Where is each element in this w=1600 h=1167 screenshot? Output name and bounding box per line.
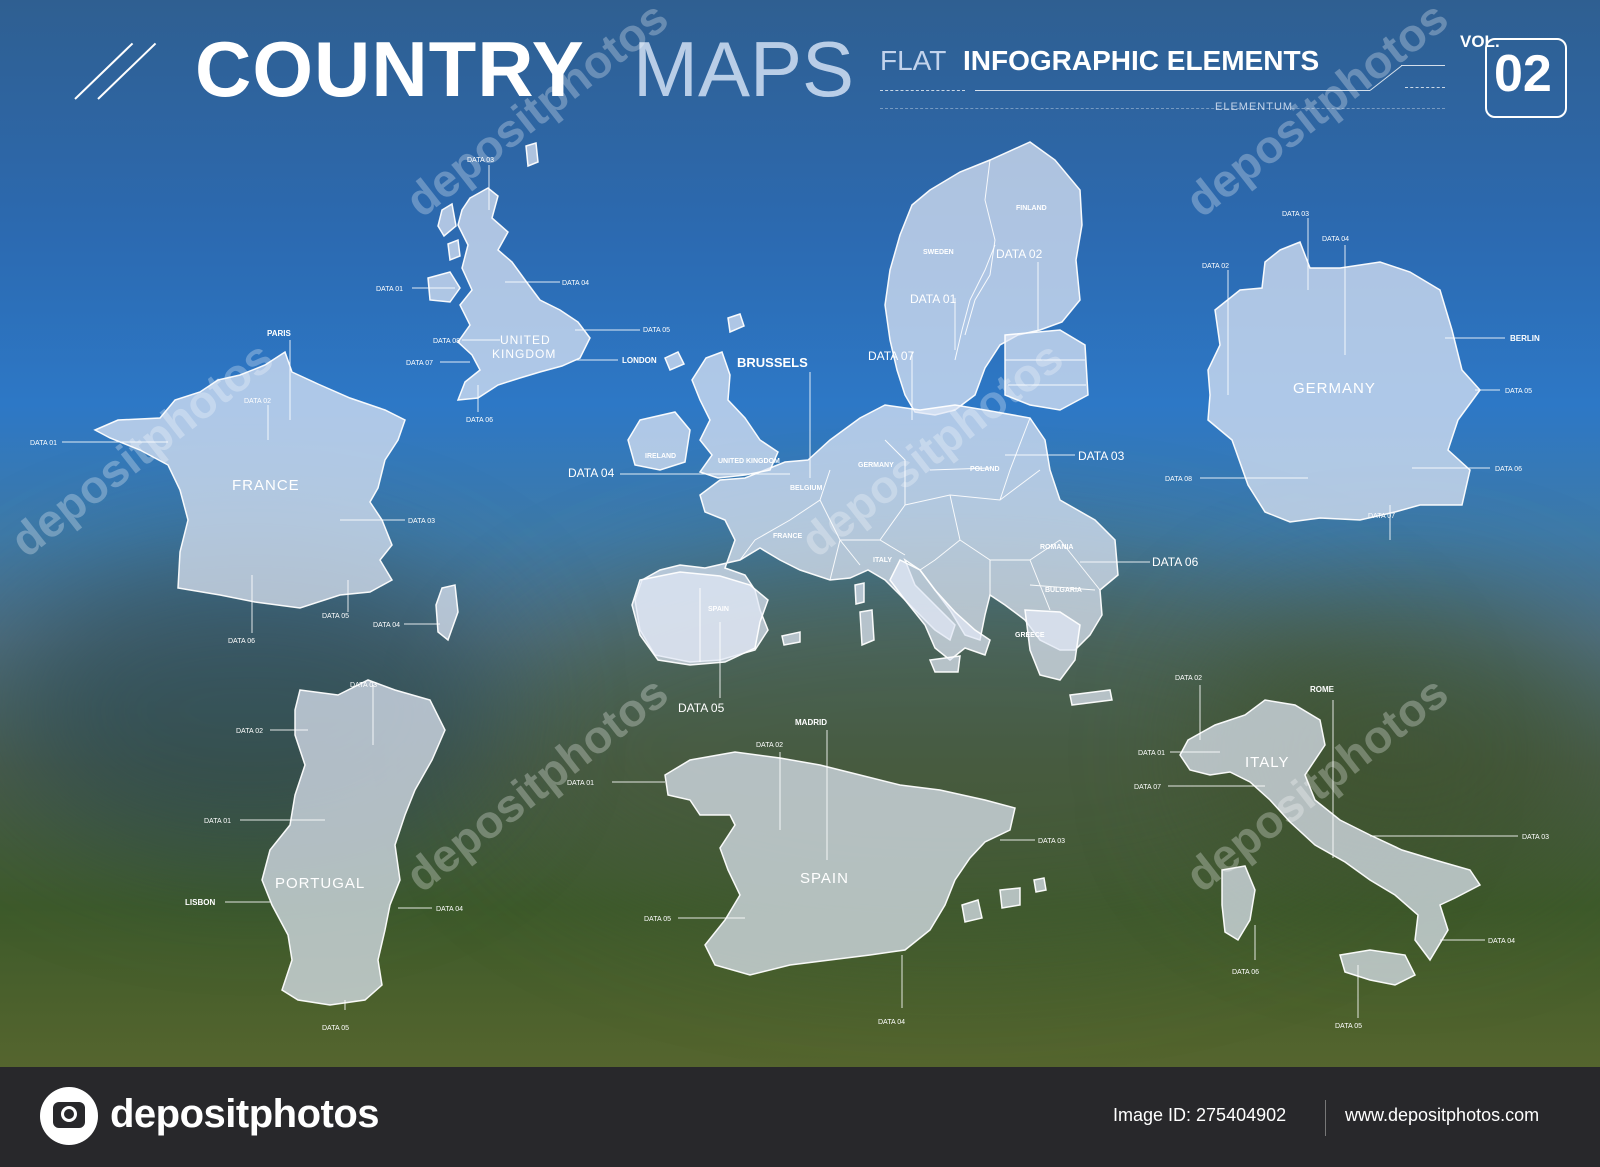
spain-island-1 <box>961 899 983 923</box>
germany-capital-berlin: BERLIN <box>1510 334 1540 343</box>
europe-map <box>627 141 1119 706</box>
spain-marker-data05: DATA 05 <box>644 916 671 923</box>
france-marker-data03: DATA 03 <box>408 518 435 525</box>
footer-logo-text: depositphotos <box>110 1092 380 1136</box>
spain-name: SPAIN <box>800 870 849 887</box>
spain-marker-data03: DATA 03 <box>1038 838 1065 845</box>
uk-capital-london: LONDON <box>622 356 657 365</box>
eu-label-ireland: IRELAND <box>645 453 676 460</box>
eu-marker-data03: DATA 03 <box>1078 449 1125 463</box>
eu-label-italy: ITALY <box>873 557 892 564</box>
spain-map <box>664 751 1047 976</box>
france-name: FRANCE <box>232 477 300 494</box>
corsica-island <box>435 584 459 642</box>
faroe-ish-island <box>664 351 686 371</box>
uk-great-britain-shape <box>456 187 591 401</box>
germany-marker-data06: DATA 06 <box>1495 466 1522 473</box>
france-marker-data01: DATA 01 <box>30 440 57 447</box>
france-marker-data05: DATA 05 <box>322 613 349 620</box>
europe-ireland-shape <box>627 411 691 471</box>
portugal-marker-data05: DATA 05 <box>322 1025 349 1032</box>
image-id: Image ID: 275404902 <box>1113 1105 1287 1125</box>
italy-capital-rome: ROME <box>1310 685 1335 694</box>
germany-marker-data05: DATA 05 <box>1505 388 1532 395</box>
germany-marker-data04: DATA 04 <box>1322 236 1349 243</box>
uk-marker-data06: DATA 06 <box>466 417 493 424</box>
spain-island-3 <box>1033 877 1047 893</box>
eu-label-sweden: SWEDEN <box>923 249 954 256</box>
italy-marker-data07: DATA 07 <box>1134 784 1161 791</box>
eu-marker-data04: DATA 04 <box>568 466 615 480</box>
spain-marker-data04: DATA 04 <box>878 1019 905 1026</box>
iceland-ish-island <box>727 313 745 334</box>
uk-marker-data04: DATA 04 <box>562 280 589 287</box>
eu-label-uk: UNITED KINGDOM <box>718 458 780 465</box>
italy-marker-data05: DATA 05 <box>1335 1023 1362 1030</box>
italy-marker-data04: DATA 04 <box>1488 938 1515 945</box>
crete-shape <box>1069 689 1113 706</box>
corsica-shape <box>854 582 865 605</box>
eu-label-romania: ROMANIA <box>1040 544 1073 551</box>
portugal-capital-lisbon: LISBON <box>185 898 215 907</box>
germany-marker-data02: DATA 02 <box>1202 263 1229 270</box>
eu-marker-data06: DATA 06 <box>1152 555 1199 569</box>
uk-marker-data01: DATA 01 <box>376 286 403 293</box>
germany-marker-data08: DATA 08 <box>1165 476 1192 483</box>
germany-name: GERMANY <box>1293 380 1376 397</box>
italy-marker-data01: DATA 01 <box>1138 750 1165 757</box>
eu-label-bulgaria: BULGARIA <box>1045 587 1082 594</box>
uk-marker-data07: DATA 07 <box>406 360 433 367</box>
uk-name-line2: KINGDOM <box>492 347 556 361</box>
france-marker-data06: DATA 06 <box>228 638 255 645</box>
italy-sicily <box>1339 949 1417 986</box>
portugal-marker-data03: DATA 03 <box>350 682 377 689</box>
footer-url-link[interactable]: www.depositphotos.com <box>1345 1105 1539 1126</box>
france-map <box>93 350 459 642</box>
germany-marker-data03: DATA 03 <box>1282 211 1309 218</box>
spain-island-2 <box>999 887 1021 909</box>
portugal-marker-data04: DATA 04 <box>436 906 463 913</box>
eu-label-finland: FINLAND <box>1016 205 1047 212</box>
france-capital-paris: PARIS <box>267 329 292 338</box>
eu-marker-data07: DATA 07 <box>868 349 915 363</box>
portugal-name: PORTUGAL <box>275 875 365 892</box>
footer-separator <box>1325 1100 1326 1136</box>
balearic-shape <box>781 631 801 646</box>
uk-marker-data05: DATA 05 <box>643 327 670 334</box>
portugal-marker-data02: DATA 02 <box>236 728 263 735</box>
spain-capital-madrid: MADRID <box>795 718 827 727</box>
camera-lens-icon <box>61 1106 77 1122</box>
uk-northern-ireland-shape <box>427 271 461 303</box>
eu-label-poland: POLAND <box>970 466 1000 473</box>
italy-marker-data06: DATA 06 <box>1232 969 1259 976</box>
eu-label-belgium: BELGIUM <box>790 485 822 492</box>
map-canvas: COUNTRY MAPS FLAT INFOGRAPHIC ELEMENTS E… <box>0 0 1600 1067</box>
italy-marker-data03: DATA 03 <box>1522 834 1549 841</box>
sicily-shape <box>928 655 961 673</box>
sardinia-shape <box>859 609 875 647</box>
spain-marker-data02: DATA 02 <box>756 742 783 749</box>
spain-shape <box>664 751 1016 976</box>
eu-marker-data01: DATA 01 <box>910 292 957 306</box>
eu-capital-brussels: BRUSSELS <box>737 355 808 370</box>
eu-marker-data02: DATA 02 <box>996 247 1043 261</box>
eu-label-spain: SPAIN <box>708 606 729 613</box>
germany-marker-data07: DATA 07 <box>1368 513 1395 520</box>
uk-marker-data08: DATA 08 <box>433 338 460 345</box>
uk-name-line1: UNITED <box>500 333 551 347</box>
portugal-marker-data01: DATA 01 <box>204 818 231 825</box>
greece-shape <box>1024 609 1081 681</box>
italy-name: ITALY <box>1245 754 1289 771</box>
france-marker-data04: DATA 04 <box>373 622 400 629</box>
eu-label-greece: GREECE <box>1015 632 1045 639</box>
italy-marker-data02: DATA 02 <box>1175 675 1202 682</box>
uk-island-north-3 <box>447 238 461 262</box>
eu-marker-data05: DATA 05 <box>678 701 725 715</box>
